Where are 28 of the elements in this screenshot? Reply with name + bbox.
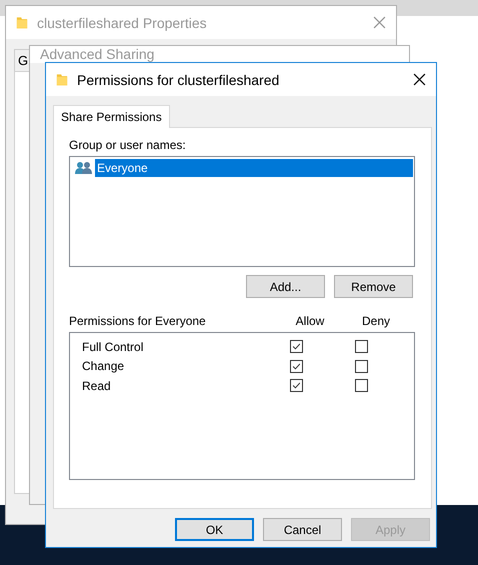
deny-checkbox[interactable] (355, 360, 368, 373)
window-title: Permissions for clusterfileshared (77, 72, 280, 88)
check-icon (291, 341, 302, 352)
group-label: Group or user names: (69, 138, 187, 153)
action-button[interactable]: Remove (334, 275, 413, 298)
column-header: Allow (294, 314, 326, 328)
users-icon (75, 161, 93, 175)
check-icon (291, 380, 302, 392)
permission-name: Full Control (82, 340, 144, 354)
dialog-button[interactable]: OK (175, 518, 254, 541)
folder-icon (16, 15, 28, 30)
window-title: clusterfileshared Properties (37, 14, 208, 30)
dialog-button[interactable]: Cancel (263, 518, 342, 541)
user-item[interactable]: Everyone (95, 159, 413, 177)
allow-checkbox[interactable] (290, 340, 303, 354)
allow-checkbox[interactable] (290, 360, 303, 373)
permissions-label: Permissions for Everyone (69, 314, 207, 328)
deny-checkbox[interactable] (355, 340, 368, 354)
folder-icon (56, 72, 68, 87)
close-icon[interactable] (413, 73, 426, 86)
column-header: Deny (360, 314, 391, 328)
permission-name: Change (82, 359, 126, 374)
deny-checkbox[interactable] (355, 379, 368, 392)
permission-name: Read (82, 378, 112, 393)
tab[interactable]: Share Permissions (53, 105, 170, 128)
window-title: Advanced Sharing (40, 46, 156, 62)
allow-checkbox[interactable] (290, 379, 303, 392)
action-button[interactable]: Add... (246, 275, 325, 298)
